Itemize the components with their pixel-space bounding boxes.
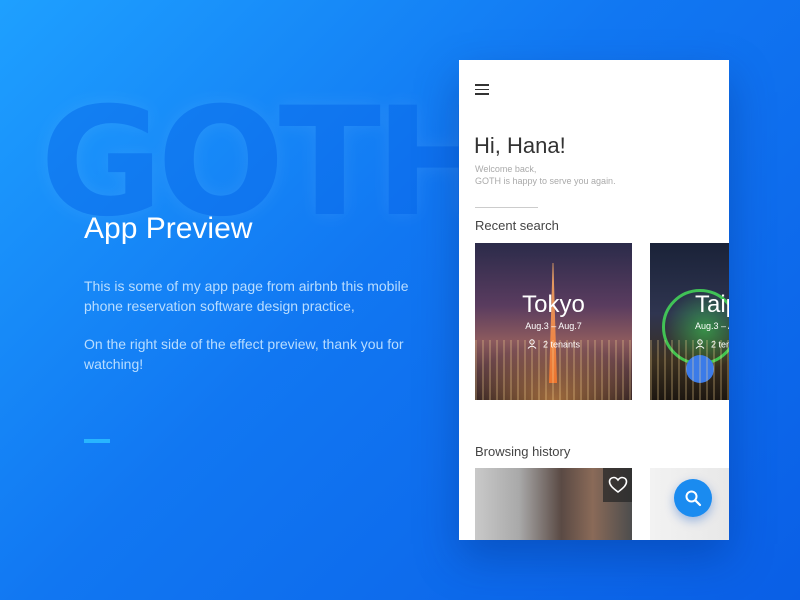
browsing-history-title: Browsing history bbox=[475, 444, 571, 459]
hamburger-icon[interactable] bbox=[475, 84, 489, 96]
greeting-title: Hi, Hana! bbox=[474, 133, 566, 158]
person-icon bbox=[695, 339, 705, 351]
card-city: Tokyo bbox=[522, 291, 585, 318]
accent-bar bbox=[84, 439, 110, 443]
divider bbox=[475, 207, 538, 208]
phone-screen: Hi, Hana! Welcome back, GOTH is happy to… bbox=[459, 60, 729, 540]
search-icon[interactable] bbox=[674, 479, 712, 517]
card-dates: Aug.3 – Aug.7 bbox=[695, 321, 729, 331]
heart-icon[interactable] bbox=[603, 468, 632, 502]
tenants-label: 2 tenants bbox=[711, 339, 729, 350]
card-tenants: 2 tenants bbox=[475, 339, 632, 351]
hero-paragraph-2: On the right side of the effect preview,… bbox=[84, 336, 404, 372]
welcome-line-1: Welcome back, bbox=[475, 164, 537, 174]
recent-search-card-tokyo[interactable]: Tokyo Aug.3 – Aug.7 2 tenants bbox=[475, 243, 632, 400]
card-dates: Aug.3 – Aug.7 bbox=[525, 321, 582, 331]
person-icon bbox=[527, 339, 537, 351]
history-card[interactable] bbox=[475, 468, 632, 540]
hero-title: App Preview bbox=[84, 212, 253, 245]
card-tenants: 2 tenants bbox=[695, 339, 729, 351]
recent-search-title: Recent search bbox=[475, 218, 559, 233]
hero-description: This is some of my app page from airbnb … bbox=[84, 276, 444, 392]
recent-search-card-taipei[interactable]: Taipei Aug.3 – Aug.7 2 tenants bbox=[650, 243, 729, 400]
tenants-label: 2 tenants bbox=[542, 339, 581, 350]
card-city: Taipei bbox=[695, 291, 729, 318]
welcome-text: Welcome back, GOTH is happy to serve you… bbox=[475, 163, 616, 187]
hero-paragraph-1: This is some of my app page from airbnb … bbox=[84, 278, 409, 314]
welcome-line-2: GOTH is happy to serve you again. bbox=[475, 176, 616, 186]
